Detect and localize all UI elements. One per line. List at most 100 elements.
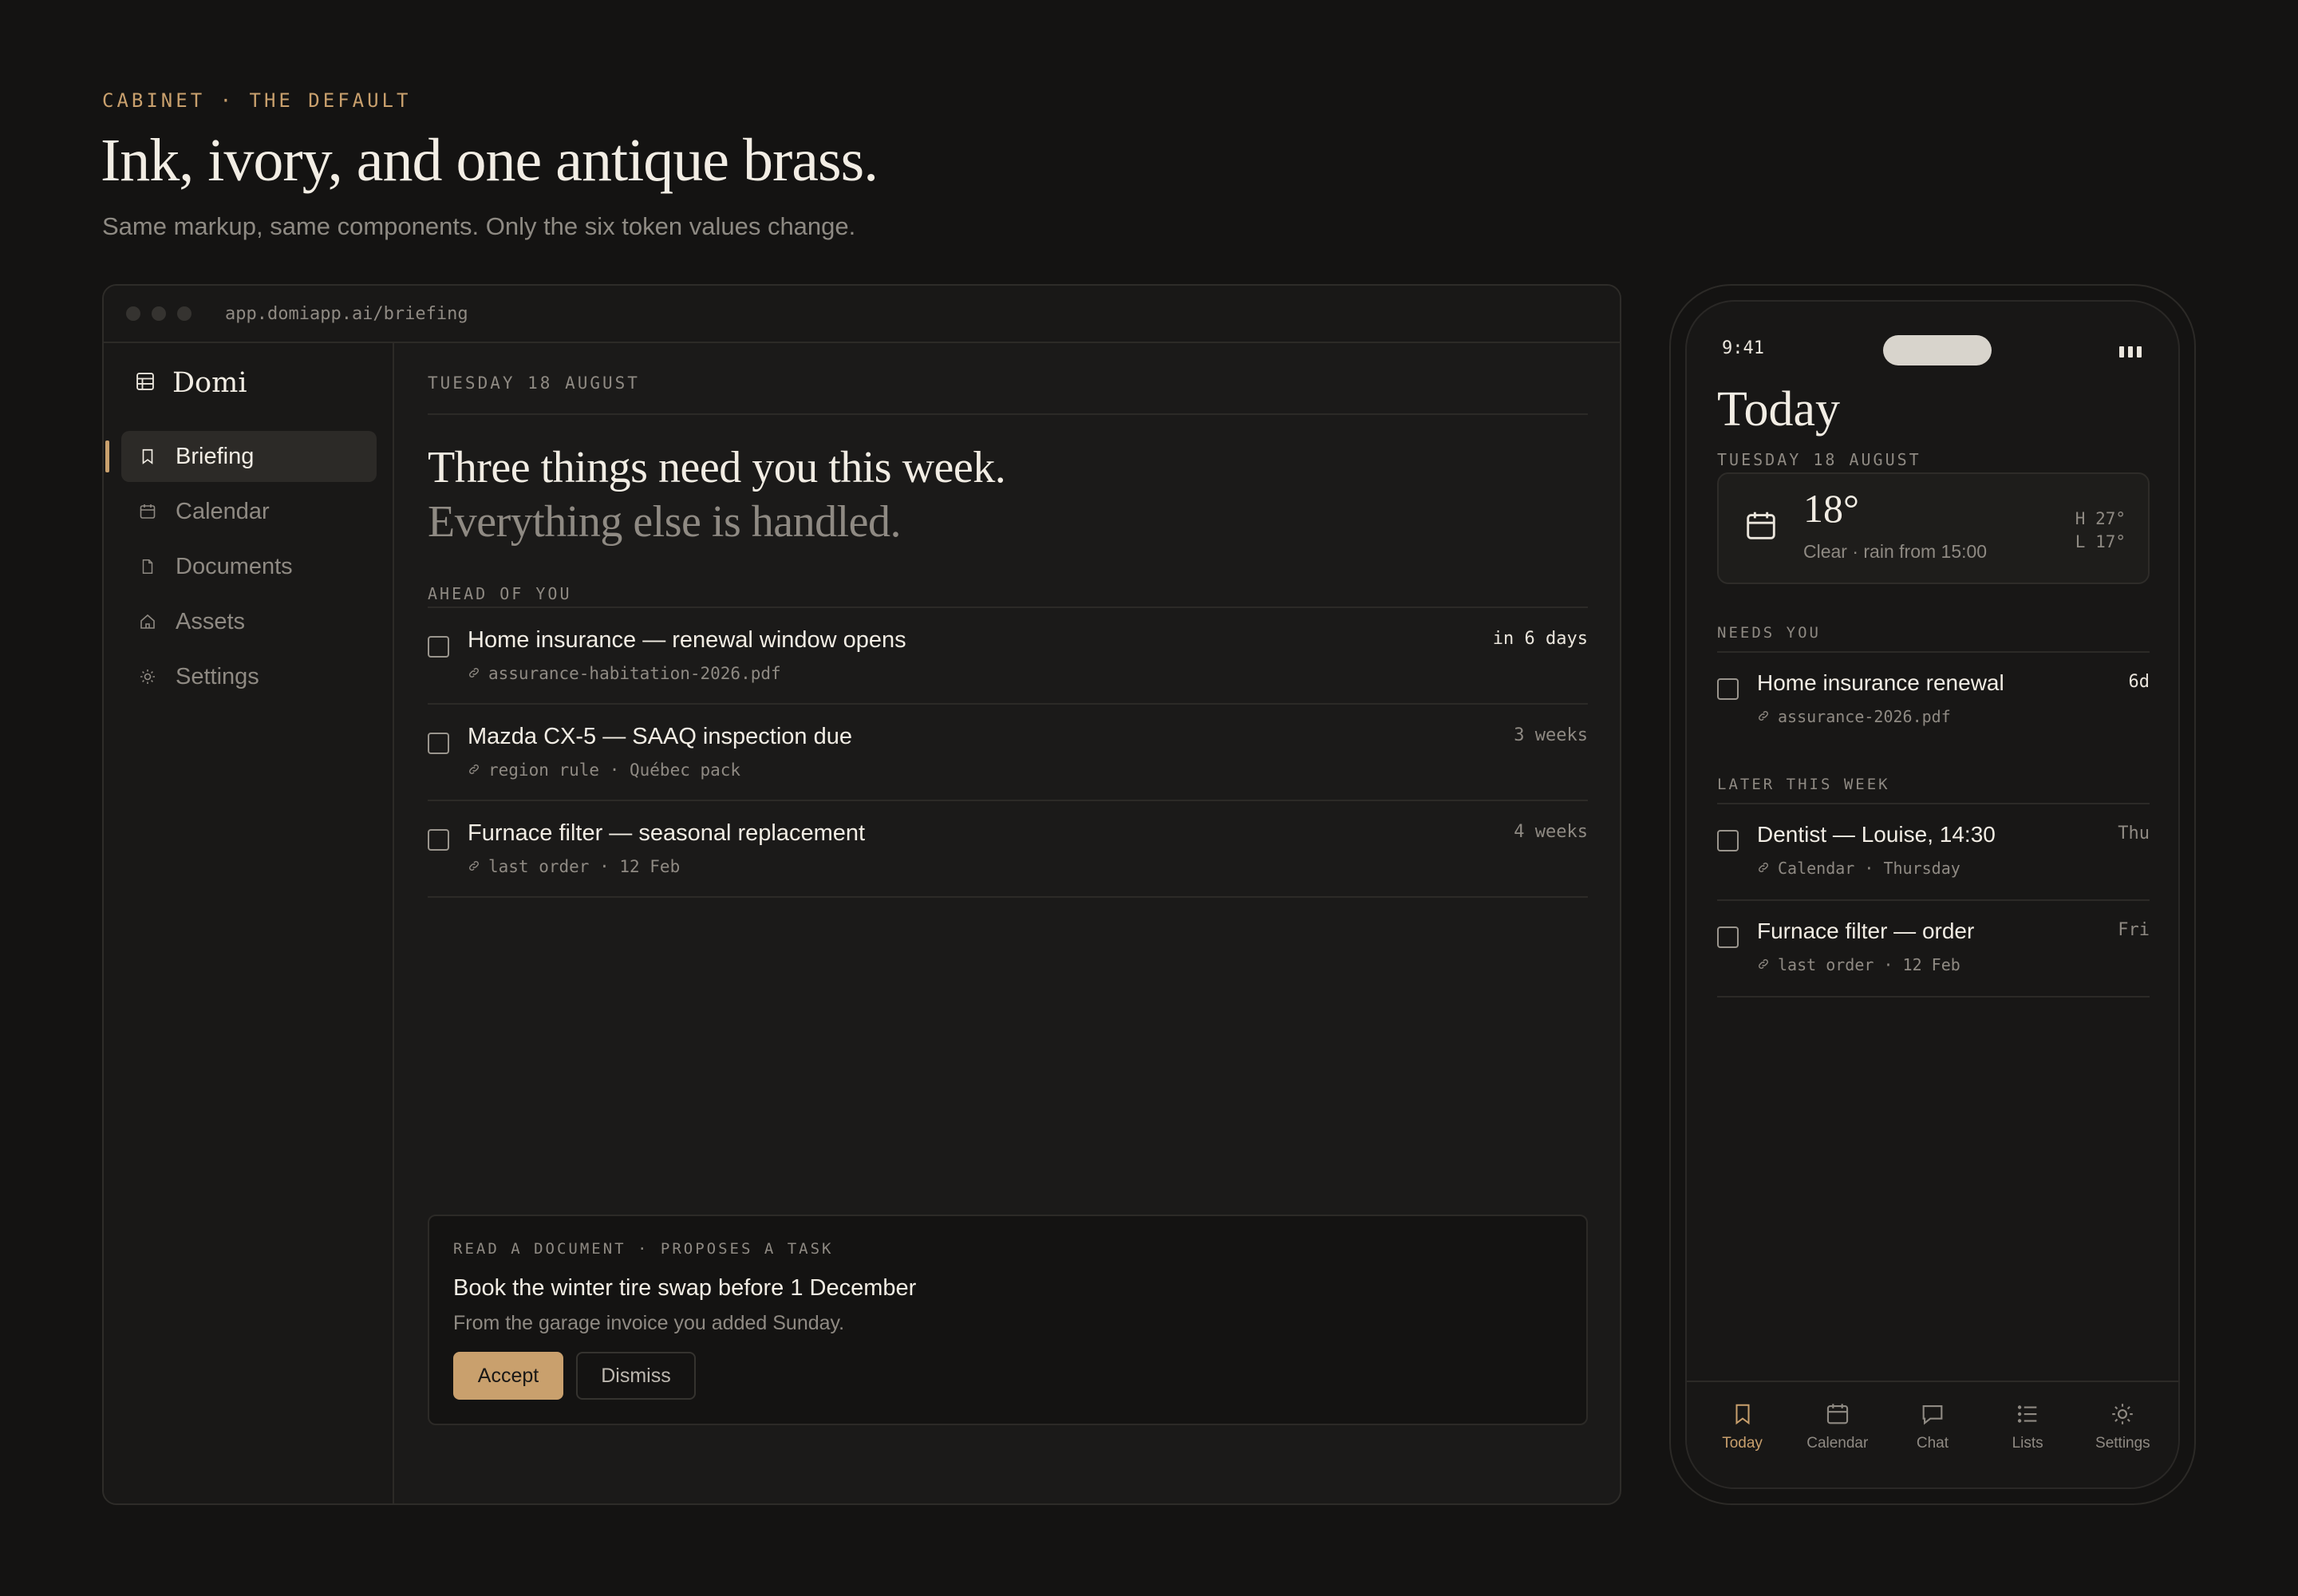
task-meta: region rule · Québec pack [468, 760, 740, 780]
task-row[interactable]: Furnace filter — seasonal replacement la… [428, 801, 1588, 898]
task-source: Calendar · Thursday [1778, 859, 1960, 878]
task-row[interactable]: Home insurance renewal assurance-2026.pd… [1717, 653, 2150, 749]
tab-lists[interactable]: Lists [1984, 1382, 2071, 1487]
task-row[interactable]: Home insurance — renewal window opens as… [428, 608, 1588, 705]
calendar-icon [1743, 508, 1779, 548]
signal-icon [2119, 346, 2142, 358]
calendar-icon [137, 501, 158, 522]
task-source: last order · 12 Feb [1778, 955, 1960, 974]
task-meta: assurance-2026.pdf [1757, 707, 1951, 726]
tab-chat[interactable]: Chat [1889, 1382, 1976, 1487]
task-checkbox[interactable] [428, 733, 449, 754]
tab-label: Today [1722, 1435, 1763, 1452]
ledger-icon [134, 370, 156, 397]
link-icon [468, 857, 480, 876]
task-due: 6d [2128, 672, 2150, 692]
task-checkbox[interactable] [428, 829, 449, 851]
task-checkbox[interactable] [428, 636, 449, 658]
window-close-dot[interactable] [126, 306, 140, 321]
task-meta: Calendar · Thursday [1757, 859, 1960, 878]
brand-name: Domi [172, 367, 247, 399]
task-row[interactable]: Mazda CX-5 — SAAQ inspection due region … [428, 705, 1588, 801]
bookmark-icon [1731, 1400, 1755, 1428]
document-icon [137, 556, 158, 577]
tab-today[interactable]: Today [1699, 1382, 1787, 1487]
task-title: Mazda CX-5 — SAAQ inspection due [468, 724, 852, 749]
gear-icon [137, 666, 158, 687]
link-icon [1757, 859, 1770, 878]
proposal-card: READ A DOCUMENT · PROPOSES A TASK Book t… [428, 1215, 1588, 1425]
link-icon [468, 760, 480, 780]
window-minimize-dot[interactable] [152, 306, 166, 321]
task-checkbox[interactable] [1717, 678, 1739, 700]
sidebar-item-assets[interactable]: Assets [121, 596, 377, 647]
sidebar: Domi Briefing Calendar Documents Assets … [104, 343, 394, 1503]
section-eyebrow: CABINET · THE DEFAULT [102, 89, 412, 112]
tab-label: Lists [2012, 1435, 2043, 1452]
task-title: Dentist — Louise, 14:30 [1757, 822, 1996, 847]
link-icon [468, 664, 480, 683]
brand[interactable]: Domi [134, 367, 247, 399]
sidebar-item-briefing[interactable]: Briefing [105, 431, 377, 482]
briefing-main: TUESDAY 18 AUGUST Three things need you … [428, 343, 1588, 1503]
task-row[interactable]: Dentist — Louise, 14:30 Calendar · Thurs… [1717, 804, 2150, 901]
window-zoom-dot[interactable] [177, 306, 192, 321]
task-meta: last order · 12 Feb [468, 857, 680, 876]
proposal-eyebrow: READ A DOCUMENT · PROPOSES A TASK [453, 1240, 834, 1258]
section-label-needs: NEEDS YOU [1717, 624, 1821, 642]
page-subtitle: Same markup, same components. Only the s… [102, 212, 856, 240]
task-title: Furnace filter — order [1757, 918, 1975, 943]
briefing-date: TUESDAY 18 AUGUST [428, 373, 640, 393]
task-due: in 6 days [1492, 629, 1588, 649]
sidebar-item-calendar[interactable]: Calendar [121, 486, 377, 537]
link-icon [1757, 707, 1770, 726]
task-source: region rule · Québec pack [488, 760, 741, 780]
weather-temperature: 18° [1803, 486, 1859, 531]
task-title: Home insurance renewal [1757, 670, 2004, 695]
sidebar-item-label: Settings [176, 663, 259, 689]
sidebar-item-settings[interactable]: Settings [121, 651, 377, 702]
tab-label: Settings [2095, 1435, 2150, 1452]
tab-label: Calendar [1806, 1435, 1869, 1452]
phone-frame: 9:41 Today TUESDAY 18 AUGUST 18° Clear ·… [1669, 284, 2196, 1505]
browser-titlebar: app.domiapp.ai/briefing [104, 286, 1620, 343]
phone-screen: 9:41 Today TUESDAY 18 AUGUST 18° Clear ·… [1685, 300, 2180, 1489]
tab-settings[interactable]: Settings [2079, 1382, 2166, 1487]
task-checkbox[interactable] [1717, 926, 1739, 948]
phone-title: Today [1717, 382, 1841, 437]
accept-button[interactable]: Accept [453, 1352, 563, 1400]
weather-card[interactable]: 18° Clear · rain from 15:00 H 27° L 17° [1717, 472, 2150, 584]
tab-calendar[interactable]: Calendar [1794, 1382, 1881, 1487]
proposal-title: Book the winter tire swap before 1 Decem… [453, 1275, 917, 1301]
sidebar-item-label: Calendar [176, 498, 270, 524]
weather-high-low: H 27° L 17° [2075, 508, 2126, 554]
task-meta: assurance-habitation-2026.pdf [468, 664, 781, 683]
task-due: Fri [2118, 920, 2150, 940]
task-attachment[interactable]: assurance-habitation-2026.pdf [488, 664, 781, 683]
weather-description: Clear · rain from 15:00 [1803, 541, 1988, 562]
proposal-subtitle: From the garage invoice you added Sunday… [453, 1312, 845, 1334]
task-due: Thu [2118, 824, 2150, 843]
tab-bar: Today Calendar Chat Lists Settings [1687, 1381, 2178, 1487]
task-meta: last order · 12 Feb [1757, 955, 1960, 974]
task-title: Furnace filter — seasonal replacement [468, 820, 866, 846]
sidebar-item-label: Assets [176, 608, 246, 634]
sidebar-item-documents[interactable]: Documents [121, 541, 377, 592]
chat-icon [1919, 1400, 1946, 1428]
task-due: 4 weeks [1514, 822, 1588, 842]
task-title: Home insurance — renewal window opens [468, 627, 906, 653]
task-row[interactable]: Furnace filter — order last order · 12 F… [1717, 901, 2150, 998]
address-bar[interactable]: app.domiapp.ai/briefing [225, 304, 468, 324]
headline-primary: Three things need you this week. [428, 443, 1006, 492]
bookmark-icon [137, 446, 158, 467]
calendar-icon [1824, 1400, 1851, 1428]
headline-secondary: Everything else is handled. [428, 497, 902, 547]
task-checkbox[interactable] [1717, 830, 1739, 851]
task-due: 3 weeks [1514, 725, 1588, 745]
weather-high: H 27° [2075, 509, 2126, 528]
dismiss-button[interactable]: Dismiss [576, 1352, 696, 1400]
browser-window: app.domiapp.ai/briefing Domi Briefing Ca… [102, 284, 1621, 1505]
briefing-headline: Three things need you this week. Everyth… [428, 440, 1006, 549]
task-attachment[interactable]: assurance-2026.pdf [1778, 707, 1951, 726]
divider [428, 413, 1588, 415]
